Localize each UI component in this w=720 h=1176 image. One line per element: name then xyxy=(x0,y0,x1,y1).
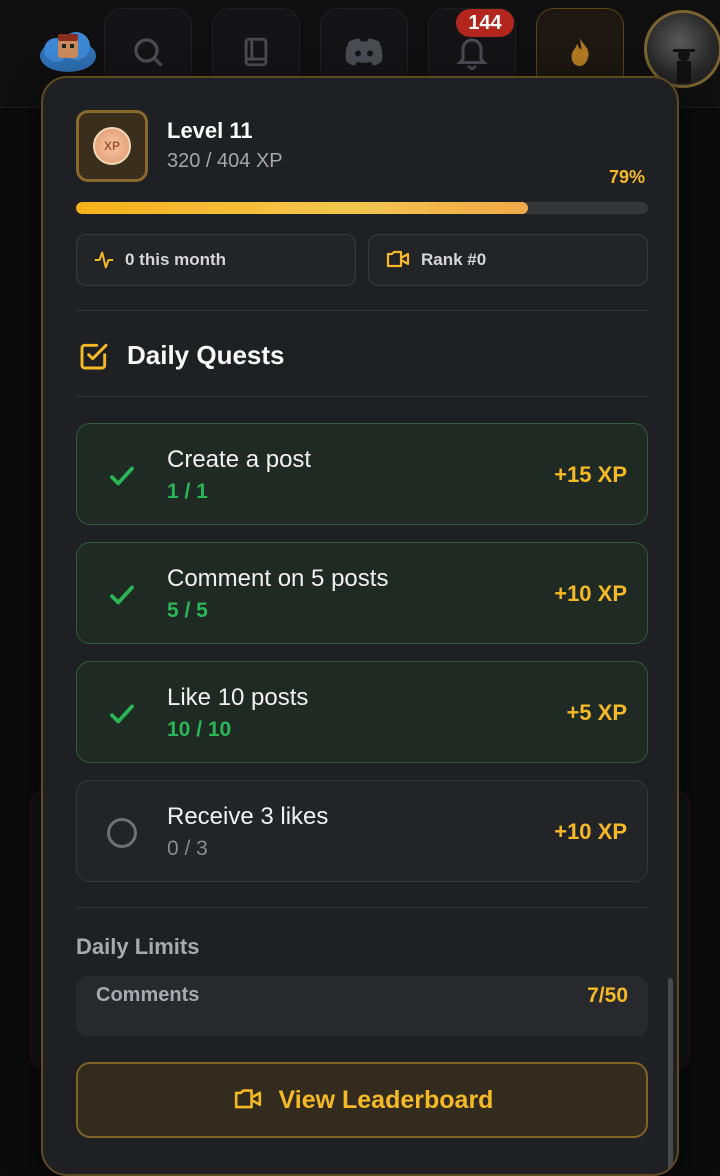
app-logo[interactable] xyxy=(36,24,100,74)
xp-progress-bar xyxy=(76,202,648,214)
xp-coin-icon: XP xyxy=(93,127,131,165)
quest-title: Like 10 posts xyxy=(167,684,309,711)
quest-progress: 0 / 3 xyxy=(167,837,208,860)
quest-progress: 5 / 5 xyxy=(167,599,208,622)
notification-badge: 144 xyxy=(456,9,514,37)
divider xyxy=(76,396,648,397)
checkmark-icon xyxy=(110,704,134,724)
limit-label: Comments xyxy=(96,984,200,1006)
level-title: Level 11 xyxy=(167,118,253,143)
quest-title: Comment on 5 posts xyxy=(167,565,389,592)
quest-item[interactable]: Receive 3 likes 0 / 3 +10 XP xyxy=(76,780,648,882)
xp-progress-fill xyxy=(76,202,528,214)
quest-title: Receive 3 likes xyxy=(167,803,329,830)
monthly-stat: 0 this month xyxy=(76,234,356,286)
quest-reward: +5 XP xyxy=(566,700,627,725)
discord-icon xyxy=(345,38,383,66)
divider xyxy=(76,907,648,908)
bell-icon xyxy=(456,38,488,70)
view-leaderboard-label: View Leaderboard xyxy=(278,1085,494,1114)
progress-percent: 79% xyxy=(608,167,645,187)
view-leaderboard-button[interactable]: View Leaderboard xyxy=(76,1062,648,1138)
scrollbar[interactable] xyxy=(668,978,673,1174)
quest-reward: +10 XP xyxy=(554,581,627,606)
rank-stat-label: Rank #0 xyxy=(421,250,487,269)
checkbox-icon xyxy=(78,340,110,377)
book-icon xyxy=(244,37,268,67)
quest-item[interactable]: Like 10 posts 10 / 10 +5 XP xyxy=(76,661,648,763)
checkmark-icon xyxy=(110,585,134,605)
checkmark-icon xyxy=(110,466,134,486)
monthly-stat-label: 0 this month xyxy=(125,250,227,269)
quest-reward: +15 XP xyxy=(554,462,627,487)
quest-reward: +10 XP xyxy=(554,819,627,844)
divider xyxy=(76,310,648,311)
camera-icon xyxy=(234,1089,261,1109)
rank-stat: Rank #0 xyxy=(368,234,648,286)
xp-badge: XP xyxy=(76,110,148,182)
search-icon xyxy=(134,38,163,67)
activity-icon xyxy=(94,251,114,269)
daily-limits-title: Daily Limits xyxy=(76,934,200,959)
limit-row: Comments 7/50 xyxy=(76,976,648,1036)
limit-value: 7/50 xyxy=(587,984,628,1007)
quest-item[interactable]: Comment on 5 posts 5 / 5 +10 XP xyxy=(76,542,648,644)
empty-circle-icon xyxy=(107,818,137,848)
quest-progress: 10 / 10 xyxy=(167,718,232,741)
daily-quests-title: Daily Quests xyxy=(127,340,285,370)
quest-item[interactable]: Create a post 1 / 1 +15 XP xyxy=(76,423,648,525)
xp-count: 320 / 404 XP xyxy=(167,150,283,172)
level-popover: XP Level 11 320 / 404 XP 79% 0 this mont… xyxy=(41,76,679,1176)
quest-title: Create a post xyxy=(167,446,312,473)
fire-icon xyxy=(571,38,589,66)
quest-progress: 1 / 1 xyxy=(167,480,208,503)
camera-icon xyxy=(386,250,410,268)
